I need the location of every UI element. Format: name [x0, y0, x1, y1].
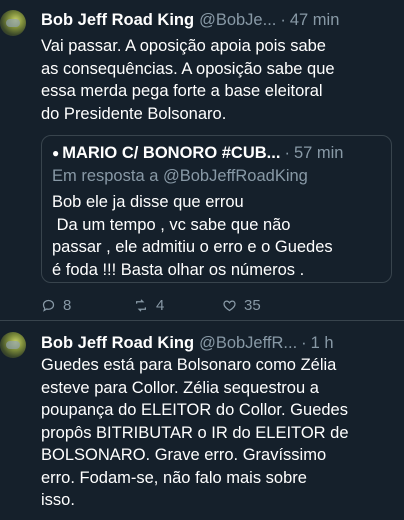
tweet-header: Bob Jeff Road King @BobJeffR... · 1 h — [41, 332, 398, 354]
quoted-tweet-header: ● MARIO C/ BONORO #CUB... · 57 min — [52, 142, 383, 164]
timestamp[interactable]: 47 min — [290, 11, 340, 30]
author-name[interactable]: Bob Jeff Road King — [41, 11, 194, 30]
tweet-text: Vai passar. A oposição apoia pois sabe a… — [41, 37, 335, 123]
reply-button[interactable]: 8 — [41, 294, 71, 316]
like-count: 35 — [244, 296, 261, 314]
quoted-tweet[interactable]: ● MARIO C/ BONORO #CUB... · 57 min Em re… — [41, 135, 392, 283]
author-handle[interactable]: @BobJe... — [199, 11, 276, 30]
timestamp[interactable]: 1 h — [311, 334, 334, 353]
retweet-icon — [136, 298, 146, 312]
tweet-actions: 8 4 35 — [0, 294, 404, 316]
avatar[interactable] — [0, 10, 26, 36]
retweet-count: 4 — [156, 296, 165, 314]
quoted-timestamp: 57 min — [293, 143, 344, 162]
avatar[interactable] — [0, 332, 26, 358]
bullet-icon: ● — [52, 146, 60, 160]
reply-context: Em resposta a @BobJeffRoadKing — [52, 167, 308, 185]
retweet-button[interactable]: 4 — [133, 294, 164, 316]
speech-bubble-icon — [42, 299, 55, 312]
author-name[interactable]: Bob Jeff Road King — [41, 334, 194, 353]
heart-icon — [223, 299, 236, 311]
like-button[interactable]: 35 — [222, 294, 261, 316]
author-handle[interactable]: @BobJeffR... — [199, 334, 297, 353]
quoted-author-name: MARIO C/ BONORO #CUB... — [62, 143, 281, 162]
quoted-tweet-text: Bob ele ja disse que errou Da um tempo ,… — [52, 193, 333, 279]
reply-count: 8 — [63, 296, 72, 314]
tweet-header: Bob Jeff Road King @BobJe... · 47 min — [41, 9, 398, 31]
separator-dot: · — [280, 10, 286, 29]
separator-dot: · — [301, 333, 307, 352]
separator-dot: · — [284, 143, 290, 162]
tweet-text: Guedes está para Bolsonaro como Zélia es… — [41, 356, 349, 509]
tweet[interactable]: Bob Jeff Road King @BobJeffR... · 1 h Gu… — [0, 321, 404, 520]
tweet[interactable]: Bob Jeff Road King @BobJe... · 47 min Va… — [0, 0, 404, 320]
